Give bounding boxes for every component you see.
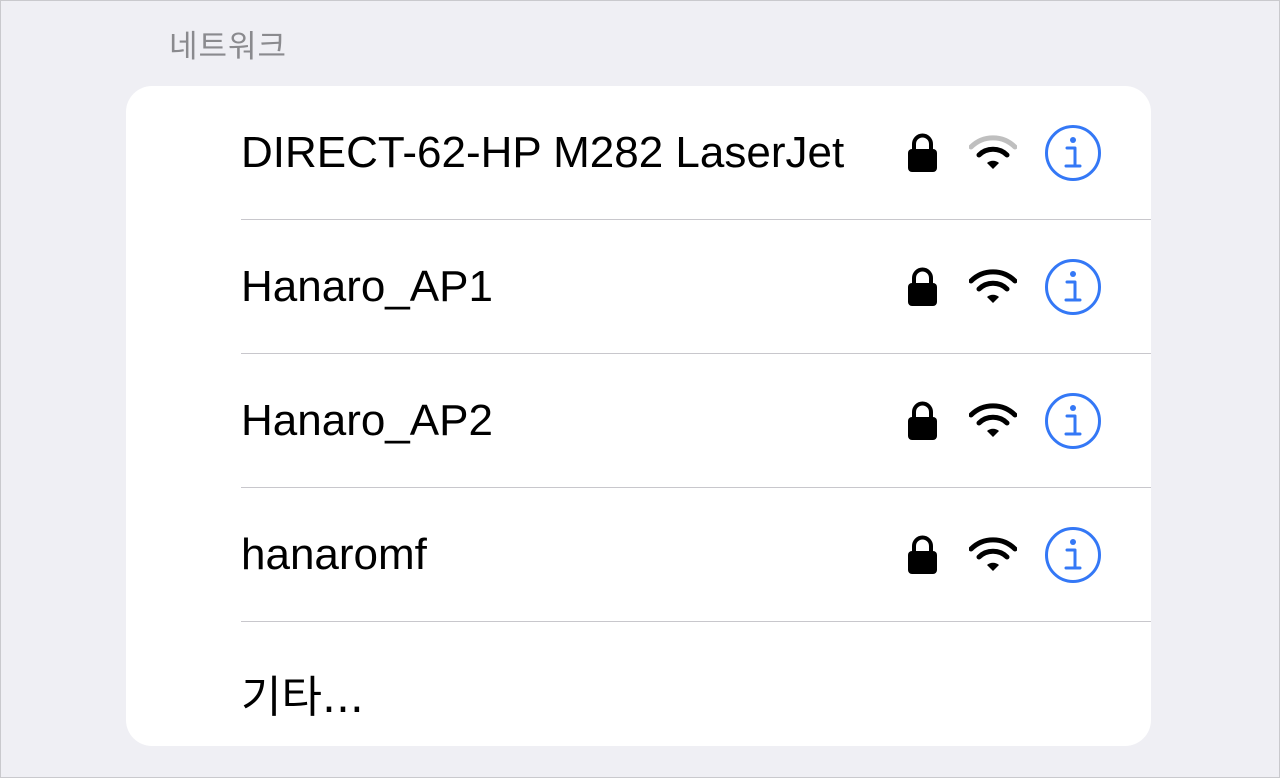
- network-row[interactable]: DIRECT-62-HP M282 LaserJet: [241, 86, 1151, 220]
- network-name: Hanaro_AP1: [241, 262, 493, 311]
- info-icon[interactable]: [1044, 124, 1102, 182]
- section-title: 네트워크: [169, 29, 288, 65]
- network-name: DIRECT-62-HP M282 LaserJet: [241, 128, 845, 177]
- lock-icon: [908, 535, 937, 574]
- network-row[interactable]: Hanaro_AP2: [241, 354, 1151, 488]
- wifi-icon: [969, 403, 1017, 437]
- wifi-icon: [969, 135, 1017, 169]
- info-icon[interactable]: [1044, 392, 1102, 450]
- info-icon[interactable]: [1044, 258, 1102, 316]
- lock-icon: [908, 401, 937, 440]
- network-name: Hanaro_AP2: [241, 396, 493, 445]
- info-icon[interactable]: [1044, 526, 1102, 584]
- network-list: DIRECT-62-HP M282 LaserJet Hanaro_AP1 Ha…: [126, 86, 1151, 746]
- network-name: hanaromf: [241, 530, 427, 579]
- network-row[interactable]: hanaromf: [241, 488, 1151, 622]
- wifi-icon: [969, 537, 1017, 571]
- wifi-icon: [969, 269, 1017, 303]
- row-separator: [241, 621, 1151, 622]
- settings-screen: 네트워크 DIRECT-62-HP M282 LaserJet Hanaro_A…: [0, 0, 1280, 778]
- lock-icon: [908, 267, 937, 306]
- other-network-button[interactable]: 기타...: [241, 661, 364, 725]
- network-row[interactable]: Hanaro_AP1: [241, 220, 1151, 354]
- lock-icon: [908, 133, 937, 172]
